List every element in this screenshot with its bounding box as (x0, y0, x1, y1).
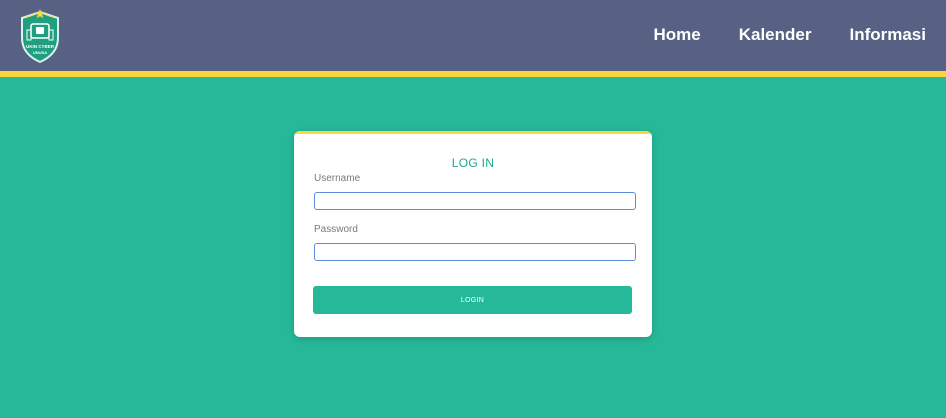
login-card: LOG IN Username Password LOGIN (294, 131, 652, 337)
login-title: LOG IN (451, 156, 495, 170)
navbar-accent-stripe (0, 71, 946, 77)
main-nav: Home Kalender Informasi (615, 25, 926, 45)
login-button[interactable]: LOGIN (313, 286, 632, 314)
logo-text-line1: UKIN CYBER (26, 44, 55, 49)
logo-text-line2: UNUSA (33, 50, 47, 55)
username-input[interactable] (314, 192, 636, 210)
username-label: Username (314, 173, 361, 184)
nav-home[interactable]: Home (653, 25, 700, 45)
nav-kalender[interactable]: Kalender (739, 25, 812, 45)
ukin-cyber-logo-icon[interactable]: UKIN CYBER UNUSA (18, 8, 62, 64)
password-input[interactable] (314, 243, 636, 261)
navbar: UKIN CYBER UNUSA Home Kalender Informasi (0, 0, 946, 71)
card-accent-stripe (294, 131, 652, 134)
nav-informasi[interactable]: Informasi (849, 25, 926, 45)
password-label: Password (314, 224, 358, 235)
